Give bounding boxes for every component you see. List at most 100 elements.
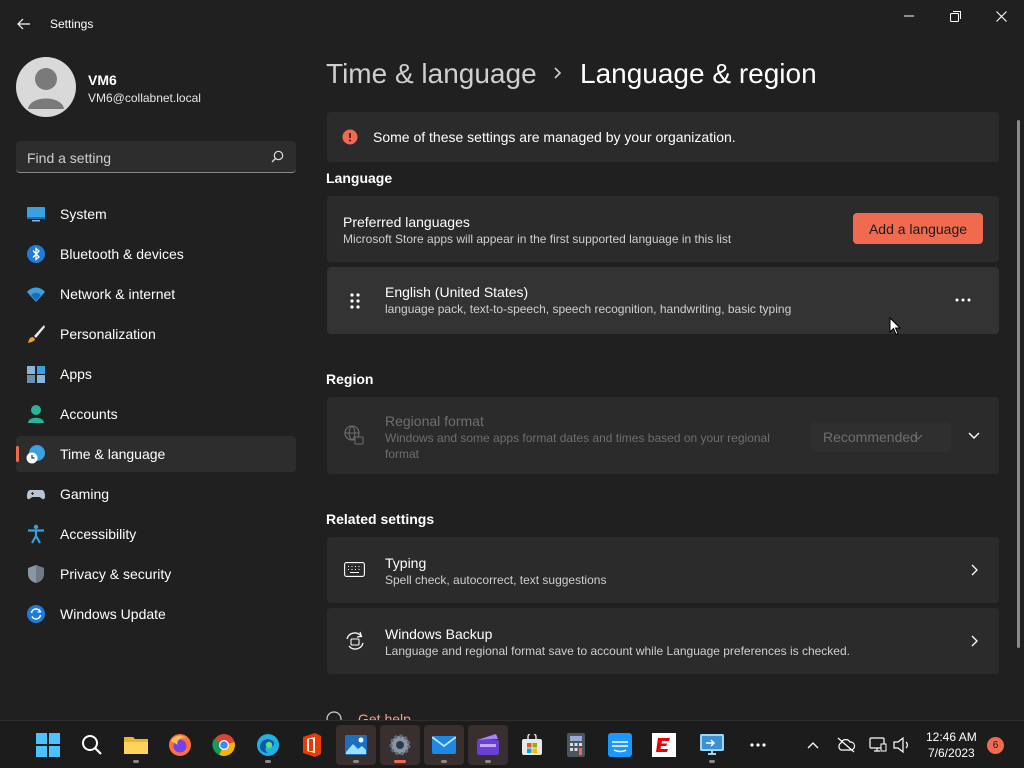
chevron-right-icon <box>971 564 978 576</box>
show-hidden-icons-chevron-icon[interactable] <box>807 741 819 749</box>
user-name: VM6 <box>88 72 117 88</box>
taskbar-remote-desktop[interactable] <box>692 725 732 765</box>
taskbar-office[interactable] <box>292 725 332 765</box>
clock-time[interactable]: 12:46 AM <box>926 730 977 744</box>
sidebar-item-label: Accounts <box>60 406 118 422</box>
close-button[interactable] <box>978 0 1024 32</box>
regional-format-title: Regional format <box>385 413 484 429</box>
drag-handle-icon[interactable] <box>349 292 361 310</box>
taskbar-clipchamp[interactable] <box>468 725 508 765</box>
file-explorer-icon <box>124 737 148 754</box>
firefox-icon <box>169 734 191 756</box>
sidebar-item-windows-update[interactable]: Windows Update <box>16 596 296 632</box>
sidebar-item-network[interactable]: Network & internet <box>16 276 296 312</box>
start-icon <box>36 733 60 757</box>
bluetooth-icon <box>27 245 45 263</box>
scrollbar[interactable] <box>1017 120 1020 648</box>
page-title: Language & region <box>580 58 817 89</box>
sidebar-item-time-language[interactable]: Time & language <box>16 436 296 472</box>
sidebar-item-accessibility[interactable]: Accessibility <box>16 516 296 552</box>
regional-format-dropdown[interactable]: Recommended <box>811 422 951 452</box>
back-button[interactable] <box>8 10 40 38</box>
sidebar-item-accounts[interactable]: Accounts <box>16 396 296 432</box>
section-title-region: Region <box>326 371 374 387</box>
breadcrumb-parent[interactable]: Time & language <box>326 58 537 90</box>
sidebar-item-personalization[interactable]: Personalization <box>16 316 296 352</box>
more-options-icon[interactable] <box>955 298 971 302</box>
store-icon <box>522 734 542 755</box>
photos-icon <box>345 735 367 755</box>
system-icon <box>27 207 45 222</box>
volume-icon[interactable] <box>893 737 911 753</box>
mail-icon <box>432 736 456 754</box>
taskbar-store[interactable] <box>512 725 552 765</box>
sidebar-item-label: System <box>60 206 107 222</box>
taskbar-settings[interactable] <box>380 725 420 765</box>
notification-badge[interactable]: 6 <box>987 737 1004 754</box>
taskbar-firefox[interactable] <box>160 725 200 765</box>
back-arrow-icon <box>17 18 30 30</box>
taskbar-calculator[interactable] <box>556 725 596 765</box>
managed-banner: Some of these settings are managed by yo… <box>327 112 999 162</box>
brush-icon <box>28 325 45 343</box>
backup-title: Windows Backup <box>385 626 493 642</box>
app-title: Settings <box>50 17 94 31</box>
typing-desc: Spell check, autocorrect, text suggestio… <box>385 573 607 587</box>
taskbar-edge[interactable] <box>248 725 288 765</box>
minimize-button[interactable] <box>886 0 932 32</box>
info-icon <box>342 129 358 145</box>
taskbar-espn[interactable] <box>644 725 684 765</box>
windows-backup-link-card[interactable]: Windows Backup Language and regional for… <box>327 608 999 674</box>
taskbar-more-button[interactable] <box>738 725 778 765</box>
shield-icon <box>28 565 44 583</box>
get-help-link[interactable]: Get help <box>326 710 446 720</box>
person-icon <box>28 405 44 423</box>
person-placeholder-icon <box>28 68 64 109</box>
sidebar-item-privacy[interactable]: Privacy & security <box>16 556 296 592</box>
backup-desc: Language and regional format save to acc… <box>385 644 850 658</box>
backup-icon <box>346 631 364 650</box>
taskbar-chrome[interactable] <box>204 725 244 765</box>
sidebar-item-bluetooth[interactable]: Bluetooth & devices <box>16 236 296 272</box>
taskbar-prime-video[interactable] <box>600 725 640 765</box>
add-language-button[interactable]: Add a language <box>853 213 983 244</box>
search-box[interactable] <box>16 141 296 174</box>
section-title-related: Related settings <box>326 511 435 527</box>
taskbar-photos[interactable] <box>336 725 376 765</box>
preferred-languages-card: Preferred languages Microsoft Store apps… <box>327 196 999 262</box>
taskbar: 12:46 AM 7/6/2023 6 <box>0 720 1024 768</box>
prime-video-icon <box>608 733 632 757</box>
title-bar: Settings <box>0 0 1024 48</box>
sidebar-item-label: Gaming <box>60 486 110 502</box>
regional-format-icon <box>344 425 364 445</box>
sidebar-item-label: Time & language <box>60 446 166 462</box>
office-icon <box>303 733 321 757</box>
search-input[interactable] <box>16 141 269 174</box>
espn-icon <box>652 733 676 757</box>
sidebar-item-label: Personalization <box>60 326 156 342</box>
taskbar-mail[interactable] <box>424 725 464 765</box>
clipchamp-icon <box>477 734 499 755</box>
typing-link-card[interactable]: Typing Spell check, autocorrect, text su… <box>327 537 999 603</box>
maximize-button[interactable] <box>932 0 978 32</box>
sidebar-item-system[interactable]: System <box>16 196 296 232</box>
gamepad-icon <box>26 490 46 500</box>
calculator-icon <box>567 733 585 757</box>
avatar[interactable] <box>16 57 76 117</box>
wifi-icon <box>27 287 45 302</box>
cloud-offline-icon[interactable] <box>836 737 856 753</box>
start-button[interactable] <box>28 725 68 765</box>
sidebar-item-apps[interactable]: Apps <box>16 356 296 392</box>
regional-format-card[interactable]: Regional format Windows and some apps fo… <box>327 397 999 474</box>
expand-chevron-icon[interactable] <box>968 432 980 440</box>
settings-icon <box>389 734 411 756</box>
clock-date[interactable]: 7/6/2023 <box>928 746 975 760</box>
network-icon[interactable] <box>869 737 887 753</box>
language-entry-title: English (United States) <box>385 284 529 300</box>
restore-icon <box>949 10 961 22</box>
sidebar-item-gaming[interactable]: Gaming <box>16 476 296 512</box>
regional-format-value: Recommended <box>823 429 918 445</box>
regional-format-desc-line1: Windows and some apps format dates and t… <box>385 431 770 445</box>
taskbar-file-explorer[interactable] <box>116 725 156 765</box>
taskbar-search-button[interactable] <box>72 725 112 765</box>
